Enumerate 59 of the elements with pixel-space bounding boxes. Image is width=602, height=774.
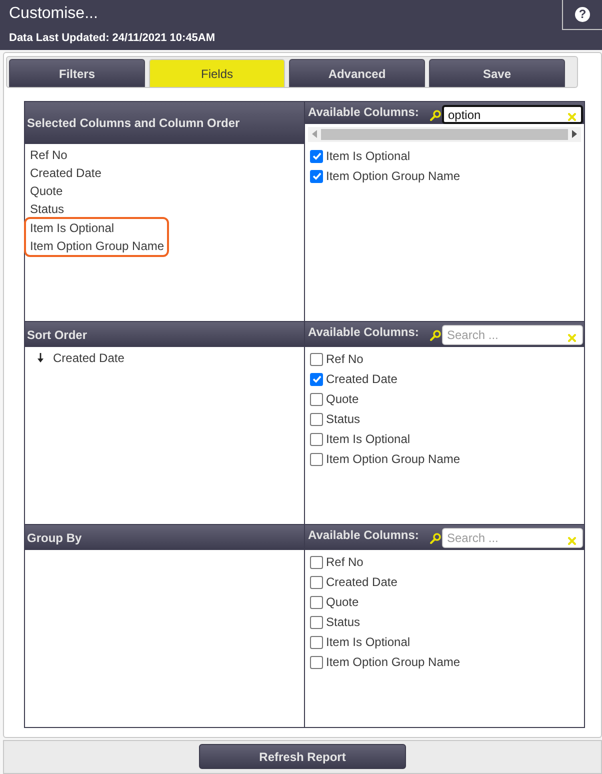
checkbox-label[interactable]: Quote: [326, 390, 359, 408]
column-item[interactable]: Created Date: [30, 164, 102, 182]
checkbox[interactable]: [310, 150, 323, 162]
tab[interactable]: Filters: [9, 59, 145, 87]
column-item[interactable]: Ref No: [30, 146, 68, 164]
section-title: Selected Columns and Column Order: [25, 102, 305, 144]
checkbox-label[interactable]: Created Date: [326, 370, 398, 388]
checkbox[interactable]: [310, 452, 323, 466]
section-title: Group By: [25, 525, 305, 550]
down-arrow-icon[interactable]: [37, 353, 44, 363]
checkbox-label[interactable]: Item Is Optional: [326, 147, 410, 165]
column-item[interactable]: Status: [30, 200, 64, 218]
window-title: Customise...: [9, 4, 99, 24]
help-button[interactable]: ?: [562, 0, 602, 30]
search-field[interactable]: Search ...: [442, 528, 583, 548]
checkbox[interactable]: [310, 352, 323, 366]
checkbox[interactable]: [310, 656, 323, 668]
horizontal-scrollbar[interactable]: [308, 126, 581, 142]
checkbox-label[interactable]: Created Date: [326, 573, 398, 591]
checkbox-label[interactable]: Ref No: [326, 350, 364, 368]
tab[interactable]: Fields: [149, 59, 285, 87]
tab[interactable]: Save: [429, 59, 565, 87]
checkbox[interactable]: [310, 556, 323, 568]
checkbox-label[interactable]: Status: [326, 410, 360, 428]
scroll-right-icon[interactable]: [572, 130, 577, 138]
checkbox-label[interactable]: Item Option Group Name: [326, 450, 460, 468]
column-item[interactable]: Quote: [30, 182, 63, 200]
checkbox-label[interactable]: Item Option Group Name: [326, 653, 460, 671]
checkbox[interactable]: [310, 576, 323, 588]
checkbox[interactable]: [310, 616, 323, 628]
checkbox[interactable]: [310, 170, 323, 182]
available-columns-label: Available Columns:: [308, 528, 420, 542]
checkbox-label[interactable]: Status: [326, 613, 360, 631]
column-item[interactable]: Item Is Optional: [30, 219, 164, 237]
checkbox-label[interactable]: Quote: [326, 593, 359, 611]
sort-item[interactable]: Created Date: [53, 349, 124, 367]
checkbox-label[interactable]: Item Option Group Name: [326, 167, 460, 185]
search-field[interactable]: option: [442, 105, 583, 124]
search-field[interactable]: Search ...: [442, 325, 583, 345]
scrollbar-thumb[interactable]: [321, 128, 568, 140]
last-updated-text: Data Last Updated: 24/11/2021 10:45AM: [9, 31, 216, 45]
search-icon: [430, 533, 441, 544]
section-title: Sort Order: [25, 322, 305, 347]
available-columns-label: Available Columns:: [308, 325, 420, 339]
refresh-report-button[interactable]: Refresh Report: [199, 744, 406, 769]
checkbox[interactable]: [310, 636, 323, 648]
checkbox-label[interactable]: Item Is Optional: [326, 633, 410, 651]
checkbox[interactable]: [310, 432, 323, 446]
checkbox[interactable]: [310, 596, 323, 608]
column-item[interactable]: Item Option Group Name: [30, 237, 164, 255]
tab[interactable]: Advanced: [289, 59, 425, 87]
checkbox[interactable]: [310, 392, 323, 406]
checkbox[interactable]: [310, 412, 323, 426]
search-icon: [430, 330, 441, 341]
search-icon: [430, 110, 441, 121]
checkbox-label[interactable]: Item Is Optional: [326, 430, 410, 448]
checkbox-label[interactable]: Ref No: [326, 553, 364, 571]
available-columns-label: Available Columns:: [308, 105, 420, 119]
checkbox[interactable]: [310, 372, 323, 386]
